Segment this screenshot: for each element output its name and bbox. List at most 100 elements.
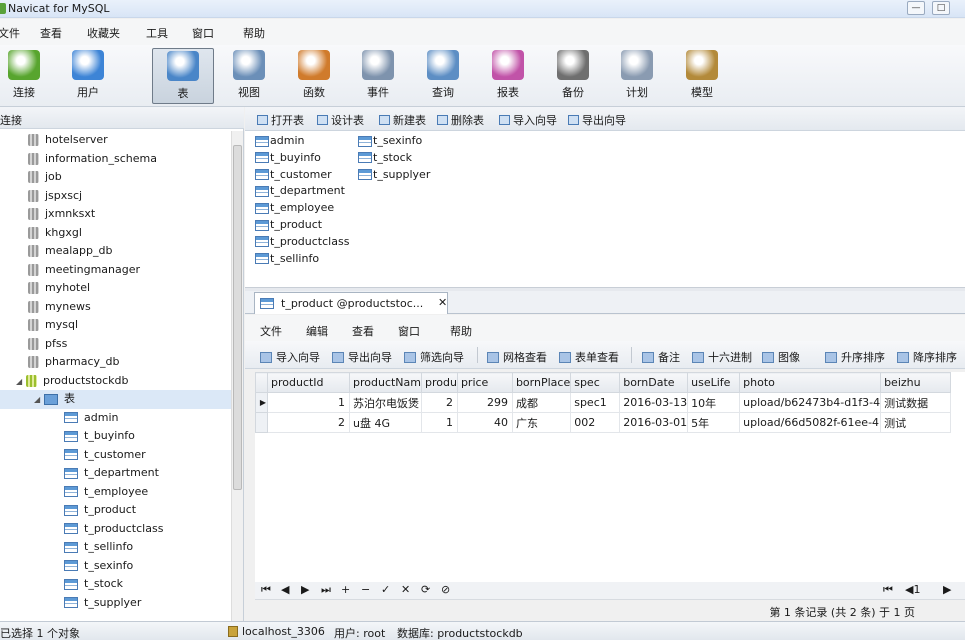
row-indicator[interactable] xyxy=(255,412,268,433)
toolbar-backup-button[interactable]: 备份 xyxy=(542,48,604,104)
refresh-icon[interactable]: ⟳ xyxy=(421,583,430,596)
table-toolbar-button-1[interactable]: 导出向导 xyxy=(332,349,392,365)
menu-file[interactable]: 文件 xyxy=(0,25,20,41)
tree-table-t-supplyer[interactable]: t_supplyer xyxy=(0,594,232,613)
tree-table-t-product[interactable]: t_product xyxy=(0,501,232,520)
tab-t-product[interactable]: t_product @productstoc... ✕ xyxy=(254,292,448,314)
table-toolbar-button-4[interactable]: 表单查看 xyxy=(559,349,619,365)
table-row[interactable]: 2 u盘 4G 1 40 广东 002 2016-03-01 5年 upload/66d5082… xyxy=(255,412,952,433)
next-record-icon[interactable]: ▶ xyxy=(301,583,309,596)
tree-db-job[interactable]: job xyxy=(0,168,232,187)
tree-db-information-schema[interactable]: information_schema xyxy=(0,150,232,169)
cell-productnam[interactable]: 苏泊尔电饭煲 xyxy=(349,392,422,413)
cell-borndate[interactable]: 2016-03-13 xyxy=(619,392,689,413)
tree-db-productstockdb[interactable]: ◢ productstockdb xyxy=(0,372,232,391)
toolbar-query-button[interactable]: 查询 xyxy=(412,48,474,104)
object-t-buyinfo[interactable]: t_buyinfo xyxy=(255,151,321,164)
delete-record-icon[interactable]: − xyxy=(361,583,370,596)
toolbar-model-button[interactable]: 模型 xyxy=(671,48,733,104)
table-menu-item-2[interactable]: 查看 xyxy=(352,323,374,339)
tree-table-t-stock[interactable]: t_stock xyxy=(0,575,232,594)
cell-beizhu[interactable]: 测试数据 xyxy=(880,392,952,413)
menu-window[interactable]: 窗口 xyxy=(192,25,214,41)
maximize-button[interactable]: □ xyxy=(932,1,950,15)
cell-price[interactable]: 40 xyxy=(456,412,513,433)
cancel-icon[interactable]: ✕ xyxy=(401,583,410,596)
table-toolbar-button-7[interactable]: 图像 xyxy=(762,349,800,365)
object-t-supplyer[interactable]: t_supplyer xyxy=(358,168,430,181)
menu-favorites[interactable]: 收藏夹 xyxy=(87,25,120,41)
cell-productid[interactable]: 2 xyxy=(267,412,350,433)
tree-table-t-sellinfo[interactable]: t_sellinfo xyxy=(0,538,232,557)
tree-db-hotelserver[interactable]: hotelserver xyxy=(0,131,232,150)
object-t-sellinfo[interactable]: t_sellinfo xyxy=(255,252,319,265)
object-t-employee[interactable]: t_employee xyxy=(255,201,334,214)
tree-table-t-customer[interactable]: t_customer xyxy=(0,446,232,465)
cell-photo[interactable]: upload/b62473b4-d1f3-4 xyxy=(739,392,882,413)
first-page-icon[interactable]: ⏮ xyxy=(883,583,893,597)
tree-scrollbar[interactable] xyxy=(231,131,243,621)
first-record-icon[interactable]: ⏮ xyxy=(261,583,271,597)
object-toolbar-button-3[interactable]: 删除表 xyxy=(437,112,484,128)
tree-table-t-productclass[interactable]: t_productclass xyxy=(0,520,232,539)
column-header-price[interactable]: price xyxy=(456,372,513,393)
toolbar-function-button[interactable]: 函数 xyxy=(283,48,345,104)
table-toolbar-button-9[interactable]: 降序排序 xyxy=(897,349,957,365)
menu-view[interactable]: 查看 xyxy=(40,25,62,41)
object-toolbar-button-4[interactable]: 导入向导 xyxy=(499,112,557,128)
object-t-stock[interactable]: t_stock xyxy=(358,151,412,164)
menu-tools[interactable]: 工具 xyxy=(146,25,168,41)
tree-db-mealapp-db[interactable]: mealapp_db xyxy=(0,242,232,261)
tree-table-t-employee[interactable]: t_employee xyxy=(0,483,232,502)
cell-bornplace[interactable]: 广东 xyxy=(511,412,572,433)
cell-beizhu[interactable]: 测试 xyxy=(880,412,952,433)
cell-produ[interactable]: 2 xyxy=(421,392,458,413)
tree-db-myhotel[interactable]: myhotel xyxy=(0,279,232,298)
tab-close-button[interactable]: ✕ xyxy=(438,296,447,309)
prev-record-icon[interactable]: ◀ xyxy=(281,583,289,596)
toolbar-user-button[interactable]: 用户 xyxy=(57,48,119,104)
table-toolbar-button-8[interactable]: 升序排序 xyxy=(825,349,885,365)
expand-arrow-icon[interactable]: ◢ xyxy=(16,373,26,392)
cell-productnam[interactable]: u盘 4G xyxy=(349,412,422,433)
toolbar-report-button[interactable]: 报表 xyxy=(477,48,539,104)
expand-arrow-icon[interactable]: ◢ xyxy=(34,391,44,410)
tree-table-t-buyinfo[interactable]: t_buyinfo xyxy=(0,427,232,446)
toolbar-connection-button[interactable]: 连接 xyxy=(0,48,55,104)
table-menu-item-0[interactable]: 文件 xyxy=(260,323,282,339)
cell-uselife[interactable]: 10年 xyxy=(687,392,741,413)
toolbar-view-button[interactable]: 视图 xyxy=(218,48,280,104)
object-t-department[interactable]: t_department xyxy=(255,184,345,197)
tree-scrollbar-thumb[interactable] xyxy=(233,145,242,490)
stop-icon[interactable]: ⊘ xyxy=(441,583,450,596)
minimize-button[interactable]: — xyxy=(907,1,925,15)
tree-db-jspxscj[interactable]: jspxscj xyxy=(0,187,232,206)
tree-table-t-department[interactable]: t_department xyxy=(0,464,232,483)
table-toolbar-button-0[interactable]: 导入向导 xyxy=(260,349,320,365)
cell-produ[interactable]: 1 xyxy=(421,412,458,433)
prev-page-icon[interactable]: ◀1 xyxy=(905,583,920,596)
cell-photo[interactable]: upload/66d5082f-61ee-4 xyxy=(739,412,882,433)
column-header-beizhu[interactable]: beizhu xyxy=(880,372,952,393)
object-t-productclass[interactable]: t_productclass xyxy=(255,235,349,248)
table-menu-item-4[interactable]: 帮助 xyxy=(450,323,472,339)
toolbar-table-button[interactable]: 表 xyxy=(152,48,214,104)
toolbar-event-button[interactable]: 事件 xyxy=(347,48,409,104)
add-record-icon[interactable]: + xyxy=(341,583,350,596)
tree-db-jxmnksxt[interactable]: jxmnksxt xyxy=(0,205,232,224)
next-page-icon[interactable]: ▶ xyxy=(943,583,951,596)
object-t-product[interactable]: t_product xyxy=(255,218,322,231)
tree-db-meetingmanager[interactable]: meetingmanager xyxy=(0,261,232,280)
tree-db-mynews[interactable]: mynews xyxy=(0,298,232,317)
cell-bornplace[interactable]: 成都 xyxy=(511,392,572,413)
table-row[interactable]: ▶ 1 苏泊尔电饭煲 2 299 成都 spec1 2016-03-13 10年 upload/b… xyxy=(255,392,952,413)
object-t-customer[interactable]: t_customer xyxy=(255,168,332,181)
menu-help[interactable]: 帮助 xyxy=(243,25,265,41)
column-header-borndate[interactable]: bornDate xyxy=(619,372,689,393)
cell-uselife[interactable]: 5年 xyxy=(687,412,741,433)
tree-db-pfss[interactable]: pfss xyxy=(0,335,232,354)
table-menu-item-1[interactable]: 编辑 xyxy=(306,323,328,339)
tree-db-pharmacy-db[interactable]: pharmacy_db xyxy=(0,353,232,372)
tree-table-admin[interactable]: admin xyxy=(0,409,232,428)
table-toolbar-button-3[interactable]: 网格查看 xyxy=(487,349,547,365)
